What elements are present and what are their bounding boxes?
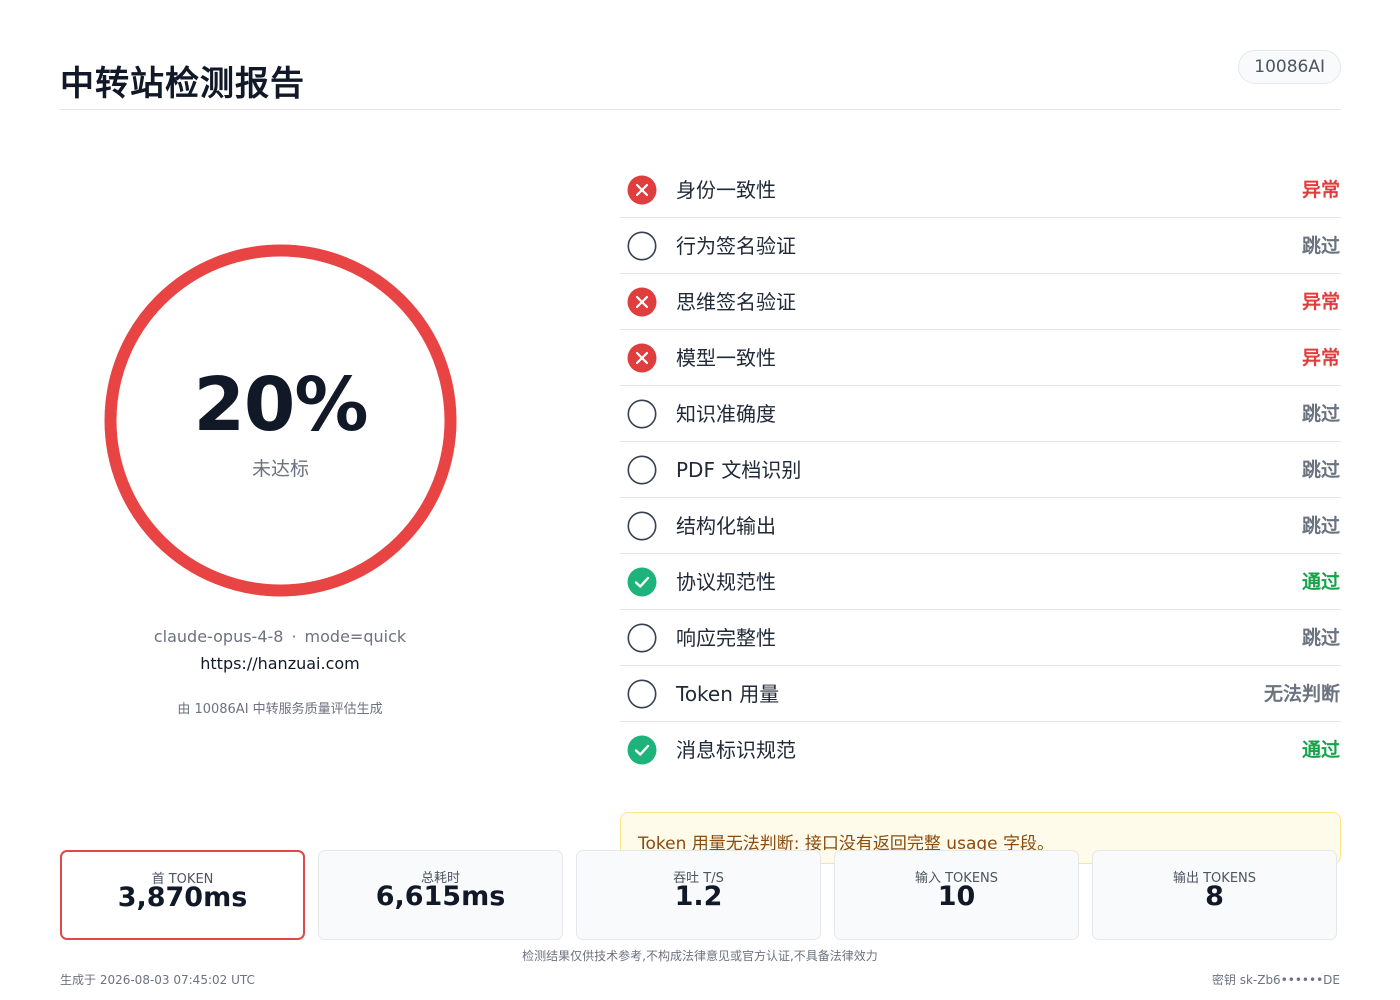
check-name: Token 用量 xyxy=(676,682,780,706)
check-row: 响应完整性 跳过 xyxy=(620,610,1341,666)
metric-card-throughput: 吞吐 T/S 1.2 xyxy=(576,850,821,940)
empty-circle-icon xyxy=(627,455,657,485)
metric-value: 6,615ms xyxy=(375,881,506,912)
check-row: PDF 文档识别 跳过 xyxy=(620,442,1341,498)
check-status: 异常 xyxy=(1301,179,1340,201)
check-row: 行为签名验证 跳过 xyxy=(620,218,1341,274)
check-row: 模型一致性 异常 xyxy=(620,330,1341,386)
check-status: 跳过 xyxy=(1301,235,1340,257)
check-name: 结构化输出 xyxy=(676,514,776,538)
check-name: 模型一致性 xyxy=(676,346,776,370)
check-name: 消息标识规范 xyxy=(676,738,796,762)
metric-card-total-time: 总耗时 6,615ms xyxy=(318,850,563,940)
metric-card-input-tokens: 输入 TOKENS 10 xyxy=(834,850,1079,940)
metric-value: 1.2 xyxy=(674,881,723,912)
check-list: 身份一致性 异常 行为签名验证 跳过 思维签名验证 异常 模型一致性 异常 知识准确度跳… xyxy=(620,162,1341,778)
check-row: 消息标识规范 通过 xyxy=(620,722,1341,778)
check-name: 思维签名验证 xyxy=(676,290,796,314)
metric-value: 8 xyxy=(1205,881,1224,912)
check-row: 思维签名验证 异常 xyxy=(620,274,1341,330)
check-status: 通过 xyxy=(1301,571,1340,593)
mode-label: mode=quick xyxy=(304,627,407,646)
check-name: 行为签名验证 xyxy=(676,234,796,258)
score-status-label: 未达标 xyxy=(251,458,309,480)
x-circle-icon xyxy=(627,287,657,317)
endpoint-url: https://hanzuai.com xyxy=(200,654,360,673)
empty-circle-icon xyxy=(627,623,657,653)
check-circle-icon xyxy=(627,567,657,597)
check-status: 通过 xyxy=(1301,739,1340,761)
check-status: 跳过 xyxy=(1301,627,1340,649)
check-name: 响应完整性 xyxy=(676,626,776,650)
empty-circle-icon xyxy=(627,231,657,261)
page-title: 中转站检测报告 xyxy=(60,64,305,104)
check-name: 身份一致性 xyxy=(676,178,776,202)
score-value: 20% xyxy=(193,362,368,448)
generated-timestamp: 生成于 2026-08-03 07:45:02 UTC xyxy=(60,973,255,987)
check-status: 跳过 xyxy=(1301,515,1340,537)
check-row: 身份一致性 异常 xyxy=(620,162,1341,218)
metric-value: 10 xyxy=(937,881,976,912)
check-row: 知识准确度 跳过 xyxy=(620,386,1341,442)
model-name: claude-opus-4-8 xyxy=(153,627,284,646)
api-key-masked: 密钥 sk-Zb6••••••DE xyxy=(1211,973,1340,987)
check-row: 协议规范性 通过 xyxy=(620,554,1341,610)
check-row: Token 用量 无法判断 xyxy=(620,666,1341,722)
check-name: PDF 文档识别 xyxy=(676,458,802,482)
x-circle-icon xyxy=(627,343,657,373)
metric-card-output-tokens: 输出 TOKENS 8 xyxy=(1092,850,1337,940)
report-header: 中转站检测报告 10086AI xyxy=(60,48,1341,110)
brand-badge: 10086AI xyxy=(1238,50,1341,84)
check-row: 结构化输出 跳过 xyxy=(620,498,1341,554)
check-name: 协议规范性 xyxy=(676,570,776,594)
check-status: 异常 xyxy=(1301,347,1340,369)
legal-disclaimer: 检测结果仅供技术参考,不构成法律意见或官方认证,不具备法律效力 xyxy=(522,949,878,963)
empty-circle-icon xyxy=(627,511,657,541)
empty-circle-icon xyxy=(627,399,657,429)
metric-value: 3,870ms xyxy=(117,882,248,913)
check-status: 无法判断 xyxy=(1263,683,1340,705)
check-status: 跳过 xyxy=(1301,459,1340,481)
model-info: claude-opus-4-8 · mode=quick xyxy=(60,627,500,646)
check-circle-icon xyxy=(627,735,657,765)
x-circle-icon xyxy=(627,175,657,205)
check-status: 跳过 xyxy=(1301,403,1340,425)
empty-circle-icon xyxy=(627,679,657,709)
check-name: 知识准确度 xyxy=(676,402,776,426)
meta-separator: · xyxy=(291,627,297,646)
check-status: 异常 xyxy=(1301,291,1340,313)
metric-card-first-token: 首 TOKEN 3,870ms xyxy=(60,850,305,940)
generated-by-text: 由 10086AI 中转服务质量评估生成 xyxy=(177,702,383,717)
